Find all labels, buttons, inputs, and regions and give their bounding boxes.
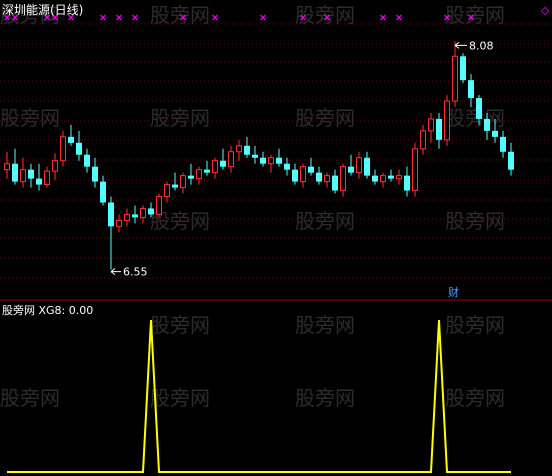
candle-body	[244, 145, 250, 155]
candle-body	[340, 166, 346, 192]
candle-body	[36, 178, 42, 185]
candle-body	[164, 184, 170, 198]
candle-body	[52, 160, 58, 172]
candle-body	[468, 80, 474, 99]
candle-body	[68, 136, 74, 143]
candle-body	[420, 130, 426, 150]
candle-body	[380, 175, 386, 183]
candle-body	[132, 214, 138, 218]
chart-title: 深圳能源(日线)	[2, 3, 83, 17]
watermark-text: 股旁网	[295, 386, 355, 410]
watermark-text: 股旁网	[445, 106, 505, 130]
candle-body	[4, 163, 10, 171]
candle	[412, 142, 418, 197]
close-icon[interactable]: ◇	[541, 4, 550, 17]
watermark-text: 股旁网	[295, 209, 355, 233]
chart-stage: 股旁网 股旁网 股旁网 股旁网股旁网 股旁网 股旁网 股旁网股旁网 股旁网 股旁网股旁网 股旁网股…	[0, 0, 552, 476]
watermark-text: 股旁网	[445, 3, 505, 27]
watermark-text: 股旁网	[150, 3, 210, 27]
candle-body	[492, 130, 498, 137]
candle-body	[108, 202, 114, 227]
candle-body	[28, 169, 34, 179]
watermark-text: 股旁网	[150, 106, 210, 130]
watermark-text: 股旁网	[295, 106, 355, 130]
candle-body	[412, 148, 418, 192]
candle-body	[404, 175, 410, 191]
watermark-text: 股旁网	[445, 386, 505, 410]
candle	[444, 95, 450, 146]
candle-body	[436, 118, 442, 140]
candle-body	[92, 166, 98, 182]
candle-body	[116, 219, 122, 227]
watermark-text: 股旁网	[445, 209, 505, 233]
candle	[460, 53, 466, 84]
watermark-text: 股旁网	[0, 386, 60, 410]
watermark-text: 股旁网	[0, 106, 60, 130]
low-price-label: 6.55	[123, 266, 148, 279]
candle-body	[292, 169, 298, 182]
candle-body	[508, 151, 514, 170]
candle	[156, 193, 162, 218]
candle-body	[444, 100, 450, 141]
watermark-text: 股旁网	[150, 313, 210, 337]
candle-body	[500, 136, 506, 152]
candle-body	[196, 169, 202, 180]
candle-body	[284, 163, 290, 170]
candle-body	[172, 184, 178, 188]
candle-body	[324, 175, 330, 183]
candle-body	[156, 196, 162, 215]
candle-body	[300, 166, 306, 183]
candle-body	[308, 166, 314, 173]
candle-body	[220, 160, 226, 167]
candle-body	[212, 160, 218, 174]
candle-body	[260, 157, 266, 164]
watermark-text: 股旁网	[295, 313, 355, 337]
candle-body	[476, 98, 482, 119]
candle-body	[60, 136, 66, 162]
candle-body	[100, 181, 106, 203]
candle-body	[396, 175, 402, 180]
candle-body	[332, 175, 338, 191]
candle-body	[204, 169, 210, 173]
candle-body	[356, 157, 362, 174]
candle-body	[84, 154, 90, 167]
candle-body	[148, 208, 154, 215]
candle-body	[252, 154, 258, 158]
candle-body	[228, 151, 234, 168]
candle-body	[12, 163, 18, 182]
candle-body	[316, 172, 322, 182]
candle-body	[452, 55, 458, 102]
candle-body	[20, 169, 26, 183]
candle-body	[484, 118, 490, 131]
candle-body	[76, 142, 82, 155]
candle-body	[268, 157, 274, 165]
candle-body	[236, 145, 242, 153]
candle-body	[140, 207, 146, 218]
candle-body	[460, 56, 466, 81]
indicator-label: 股旁网 XG8: 0.00	[2, 303, 93, 317]
candle-body	[372, 175, 378, 182]
candle-body	[428, 118, 434, 132]
candle-body	[188, 175, 194, 179]
candle-body	[388, 175, 394, 179]
candle-body	[180, 175, 186, 189]
candle-body	[364, 157, 370, 176]
watermark-text: 股旁网	[150, 386, 210, 410]
candle-body	[276, 157, 282, 164]
high-price-label: 8.08	[469, 39, 494, 52]
candle-body	[44, 170, 50, 186]
watermark-text: 股旁网	[445, 313, 505, 337]
candle-body	[348, 166, 354, 173]
candle-body	[124, 213, 130, 221]
finance-badge[interactable]: 财	[448, 285, 459, 299]
